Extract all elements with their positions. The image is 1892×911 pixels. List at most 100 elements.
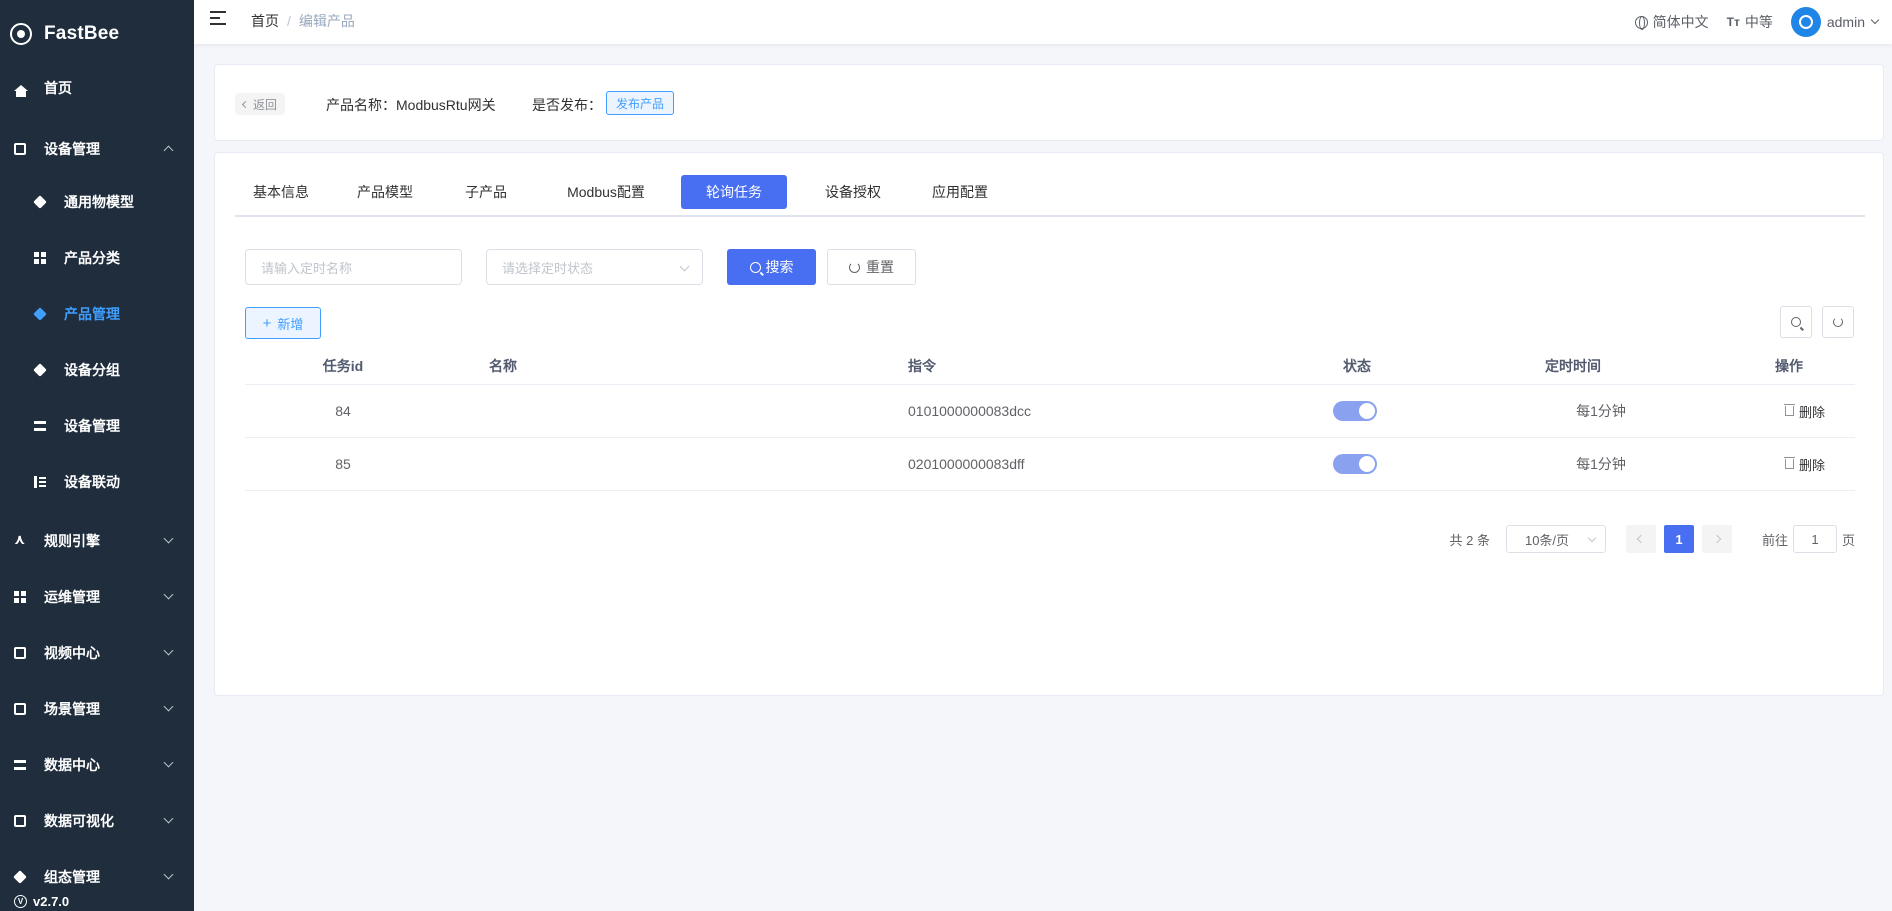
status-switch[interactable] <box>1333 454 1377 474</box>
sidebar-item-label: 组态管理 <box>44 869 100 885</box>
sidebar-item-label: 数据中心 <box>44 757 100 773</box>
tab-modbus-config[interactable]: Modbus配置 <box>548 175 664 209</box>
page-number-button[interactable]: 1 <box>1663 525 1694 553</box>
next-page-button[interactable] <box>1701 525 1732 553</box>
sidebar-item-scene-management[interactable]: 场景管理 <box>0 689 194 729</box>
size-label: 中等 <box>1744 14 1773 30</box>
sidebar-item-data-center[interactable]: 数据中心 <box>0 745 194 785</box>
publish-product-button[interactable]: 发布产品 <box>606 91 675 115</box>
goto-page: 前往 1 页 <box>1762 525 1855 553</box>
chevron-down-icon <box>1870 15 1880 25</box>
sidebar-item-label: 产品管理 <box>64 306 120 322</box>
plus-icon: + <box>262 314 272 332</box>
sidebar-item-device-management[interactable]: 设备管理 <box>0 129 194 169</box>
list-icon <box>34 476 46 488</box>
add-button-label: 新增 <box>277 316 304 332</box>
chevron-right-icon <box>1712 534 1722 544</box>
tab-polling-task[interactable]: 轮询任务 <box>681 175 787 209</box>
delete-label: 删除 <box>1799 457 1826 473</box>
reset-button[interactable]: 重置 <box>827 249 916 285</box>
sidebar: FastBee 首页 设备管理 通用物模型 产品分类 产品管理 设备分组 设备管… <box>0 0 194 911</box>
refresh-button[interactable] <box>1822 306 1854 338</box>
delete-button[interactable]: 删除 <box>1784 455 1826 474</box>
page-size-select[interactable]: 10条/页 <box>1505 525 1606 553</box>
version-icon: V <box>14 895 27 908</box>
language-selector[interactable]: 简体中文 <box>1634 12 1709 32</box>
sidebar-item-device-linkage[interactable]: 设备联动 <box>0 462 194 502</box>
sidebar-item-device-group[interactable]: 设备分组 <box>0 350 194 390</box>
breadcrumb-home[interactable]: 首页 <box>251 13 279 29</box>
sidebar-item-label: 数据可视化 <box>44 813 114 829</box>
table-icon <box>14 647 26 659</box>
sidebar-item-thing-model[interactable]: 通用物模型 <box>0 182 194 222</box>
status-switch[interactable] <box>1333 401 1377 421</box>
pagination: 共 2 条 10条/页 1 前往 1 页 <box>1450 525 1855 553</box>
sidebar-item-data-visualization[interactable]: 数据可视化 <box>0 801 194 841</box>
sidebar-item-label: 首页 <box>44 80 72 96</box>
home-icon <box>14 85 28 97</box>
chevron-down-icon <box>163 701 174 712</box>
grid-icon <box>34 252 46 264</box>
back-button[interactable]: 返回 <box>235 93 286 115</box>
delete-button[interactable]: 删除 <box>1784 402 1826 421</box>
cell-command: 0101000000083dcc <box>908 403 1032 419</box>
sidebar-item-label: 设备管理 <box>64 418 120 434</box>
main-card: 基本信息 产品模型 子产品 Modbus配置 轮询任务 设备授权 应用配置 请输… <box>214 152 1884 696</box>
sidebar-item-rule-engine[interactable]: 规则引擎 <box>0 521 194 561</box>
cell-actions: 删除 <box>1784 438 1826 490</box>
tab-device-authorization[interactable]: 设备授权 <box>805 175 901 209</box>
task-name-input[interactable]: 请输入定时名称 <box>245 249 462 285</box>
avatar <box>1790 7 1821 37</box>
sidebar-item-label: 产品分类 <box>64 250 120 266</box>
polling-task-table: 任务id 名称 指令 状态 定时时间 操作 84 0101000000083dc… <box>245 347 1855 491</box>
publish-label: 是否发布： <box>532 97 602 113</box>
goto-page-input[interactable]: 1 <box>1792 525 1837 553</box>
reset-button-label: 重置 <box>866 259 894 275</box>
product-name: 产品名称：ModbusRtu网关 <box>326 97 496 113</box>
monitor-icon <box>14 815 26 827</box>
sidebar-item-home[interactable]: 首页 <box>0 68 194 108</box>
sidebar-item-video-center[interactable]: 视频中心 <box>0 633 194 673</box>
user-menu[interactable]: admin <box>1790 7 1880 37</box>
cube-icon <box>33 195 47 209</box>
sidebar-item-product-category[interactable]: 产品分类 <box>0 238 194 278</box>
cell-status <box>1333 385 1377 437</box>
search-button[interactable]: 搜索 <box>727 249 816 285</box>
trash-icon <box>1784 404 1795 416</box>
search-icon <box>1791 317 1801 327</box>
sidebar-item-label: 设备管理 <box>44 141 100 157</box>
toggle-search-button[interactable] <box>1780 306 1812 338</box>
header-right-menu: 简体中文 Tт 中等 admin <box>1617 0 1880 44</box>
task-status-select[interactable]: 请选择定时状态 <box>486 249 703 285</box>
tab-sub-product[interactable]: 子产品 <box>443 175 529 209</box>
search-icon <box>749 261 761 273</box>
tab-product-model[interactable]: 产品模型 <box>336 175 434 209</box>
chevron-down-icon <box>163 813 174 824</box>
layers-icon <box>13 870 27 884</box>
header-command: 指令 <box>908 357 936 374</box>
table-row: 84 0101000000083dcc 每1分钟 删除 <box>245 385 1855 438</box>
table-header: 任务id 名称 指令 状态 定时时间 操作 <box>245 347 1855 385</box>
breadcrumb: 首页 / 编辑产品 <box>251 13 355 29</box>
sidebar-item-ops-management[interactable]: 运维管理 <box>0 577 194 617</box>
page-size-label: 10条/页 <box>1524 532 1570 548</box>
tab-basic-info[interactable]: 基本信息 <box>235 175 327 209</box>
prev-page-button[interactable] <box>1625 525 1656 553</box>
cell-actions: 删除 <box>1784 385 1826 437</box>
sidebar-item-label: 规则引擎 <box>44 533 100 549</box>
tree-icon <box>14 591 26 603</box>
cell-schedule: 每1分钟 <box>1576 456 1626 472</box>
sidebar-item-label: 运维管理 <box>44 589 100 605</box>
add-button[interactable]: + 新增 <box>245 307 321 339</box>
sidebar-item-devices[interactable]: 设备管理 <box>0 406 194 446</box>
header-actions: 操作 <box>1775 357 1803 374</box>
sidebar-item-scada-management[interactable]: 组态管理 <box>0 857 194 897</box>
hamburger-menu-icon[interactable] <box>210 11 226 25</box>
sidebar-item-product-management[interactable]: 产品管理 <box>0 294 194 334</box>
delete-label: 删除 <box>1799 404 1826 420</box>
logo[interactable]: FastBee <box>0 0 194 68</box>
cell-task-id: 84 <box>335 403 351 419</box>
size-selector[interactable]: Tт 中等 <box>1727 12 1773 32</box>
tab-app-config[interactable]: 应用配置 <box>910 175 1010 209</box>
header-schedule: 定时时间 <box>1545 357 1601 374</box>
